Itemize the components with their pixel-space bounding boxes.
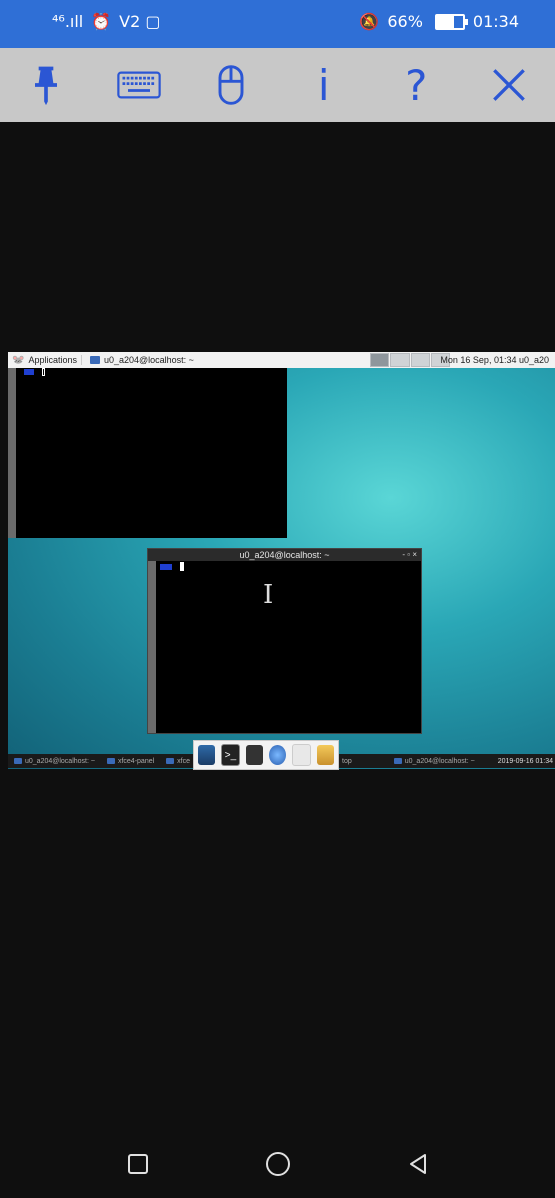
- panel-task-label: u0_a204@localhost: ~: [103, 355, 194, 365]
- workspace-2[interactable]: [390, 353, 410, 367]
- mouse-button[interactable]: [201, 55, 261, 115]
- keyboard-button[interactable]: [109, 55, 169, 115]
- terminal-title: u0_a204@localhost: ~: [239, 550, 330, 560]
- taskbar-item[interactable]: u0_a204@localhost: ~: [8, 758, 101, 765]
- close-button[interactable]: [479, 55, 539, 115]
- taskbar-item-label: xfce4-panel: [117, 757, 155, 765]
- alarm-icon: ⏰: [91, 12, 112, 31]
- xfce-mouse-icon: 🐭: [12, 354, 25, 366]
- terminal-icon: [89, 356, 100, 364]
- prompt-block: [160, 564, 172, 570]
- taskbar-item[interactable]: top: [336, 758, 358, 765]
- vnc-toolbar: i ?: [0, 48, 555, 122]
- pin-button[interactable]: [16, 55, 76, 115]
- status-right: 🔕 66% 01:34: [359, 12, 519, 31]
- back-button[interactable]: [403, 1149, 433, 1179]
- terminal-window-background[interactable]: [8, 368, 287, 538]
- prompt-block: [24, 369, 34, 375]
- folder-icon[interactable]: [317, 745, 334, 765]
- app-dock: >_: [193, 740, 339, 770]
- home-button[interactable]: [263, 1149, 293, 1179]
- applications-menu[interactable]: 🐭 Applications: [8, 355, 81, 366]
- window-icon: [14, 758, 22, 764]
- window-icon: [106, 758, 115, 764]
- taskbar-item-label: xfce: [177, 757, 191, 765]
- ibeam-cursor-icon: I: [263, 580, 274, 610]
- terminal-icon[interactable]: >_: [221, 744, 240, 766]
- taskbar-item-label: u0_a204@localhost: ~: [25, 757, 95, 765]
- taskbar-item[interactable]: xfce4-panel: [101, 758, 160, 765]
- window-controls[interactable]: - ▫ ×: [402, 549, 417, 561]
- taskbar-item[interactable]: xfce: [160, 758, 196, 765]
- window-icon: [166, 758, 175, 764]
- battery-icon: [434, 13, 468, 30]
- panel-clock: Mon 16 Sep, 01:34 u0_a20: [440, 355, 549, 365]
- battery-percent: 66%: [387, 12, 423, 31]
- mute-icon: 🔕: [359, 12, 380, 31]
- workspace-3[interactable]: [410, 353, 430, 367]
- taskbar-item-label: top: [342, 757, 352, 765]
- keyboard-icon: [117, 71, 161, 99]
- file-manager-icon[interactable]: [246, 745, 263, 765]
- status-extra: V2 ▢: [119, 12, 161, 31]
- android-nav-bar: [0, 1130, 555, 1198]
- terminal-titlebar[interactable]: u0_a204@localhost: ~ - ▫ ×: [148, 549, 421, 561]
- workspace-1[interactable]: [370, 353, 390, 367]
- close-icon: [492, 69, 525, 101]
- taskbar-clock: 2019-09-16 01:34: [497, 757, 553, 765]
- desktop-icon[interactable]: [198, 745, 215, 765]
- text-cursor: [180, 562, 184, 571]
- terminal-window-active[interactable]: u0_a204@localhost: ~ - ▫ ×: [147, 548, 422, 734]
- applications-label: Applications: [28, 355, 77, 365]
- panel-task-terminal[interactable]: u0_a204@localhost: ~: [80, 355, 202, 365]
- taskbar-item[interactable]: u0_a204@localhost: ~: [388, 758, 481, 765]
- triangle-icon: [409, 1154, 426, 1174]
- help-button[interactable]: ?: [386, 55, 446, 115]
- web-browser-icon[interactable]: [269, 745, 286, 765]
- pin-icon: [35, 66, 58, 106]
- terminal-scrollbar[interactable]: [148, 561, 156, 733]
- window-icon: [393, 758, 402, 764]
- info-icon: i: [317, 60, 330, 110]
- app-finder-icon[interactable]: [292, 744, 311, 766]
- battery-fill: [436, 15, 455, 28]
- signal-icon: ⁴⁶.ıll: [52, 12, 84, 31]
- status-bar: ⁴⁶.ıll ⏰ V2 ▢ 🔕 66% 01:34: [0, 0, 555, 48]
- recent-apps-button[interactable]: [123, 1149, 153, 1179]
- help-icon: ?: [405, 60, 428, 110]
- status-time: 01:34: [472, 12, 519, 31]
- circle-icon: [265, 1152, 290, 1176]
- taskbar-item-label: u0_a204@localhost: ~: [404, 757, 475, 765]
- mouse-icon: [218, 65, 244, 105]
- xfce-top-panel: 🐭 Applications u0_a204@localhost: ~ Mon …: [8, 352, 555, 368]
- text-cursor: [42, 368, 45, 376]
- info-button[interactable]: i: [294, 55, 354, 115]
- status-left: ⁴⁶.ıll ⏰ V2 ▢: [52, 12, 161, 31]
- square-icon: [127, 1154, 148, 1174]
- remote-desktop[interactable]: 🐭 Applications u0_a204@localhost: ~ Mon …: [8, 352, 555, 769]
